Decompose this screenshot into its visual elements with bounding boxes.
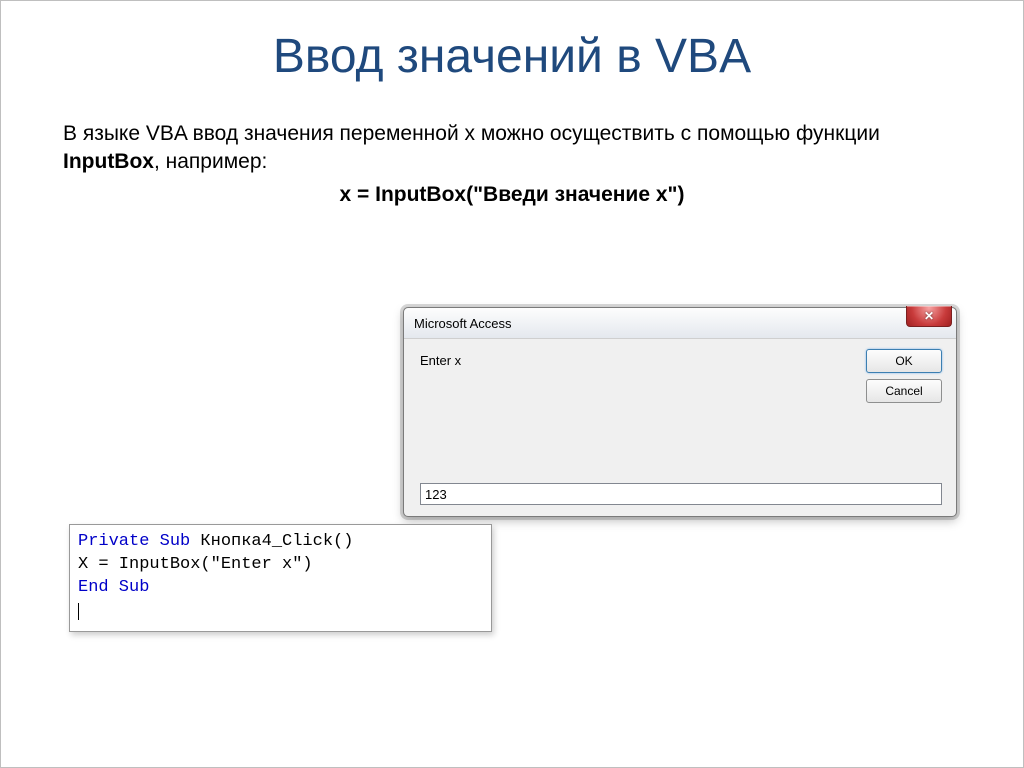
dialog-prompt: Enter x <box>420 353 942 368</box>
dialog-title: Microsoft Access <box>414 316 512 331</box>
code-cursor-line <box>78 600 483 623</box>
dialog-buttons: OK Cancel <box>866 349 942 403</box>
code-line-2: X = InputBox("Enter x") <box>78 554 483 577</box>
vba-code-pane[interactable]: Private Sub Кнопка4_Click() X = InputBox… <box>69 524 492 632</box>
body-line1b: InputBox <box>63 150 154 173</box>
code-kw-private-sub: Private Sub <box>78 532 190 551</box>
dialog-titlebar[interactable]: Microsoft Access ✕ <box>404 308 956 339</box>
body-line1a: В языке VBA ввод значения переменной x м… <box>63 122 880 145</box>
slide: Ввод значений в VBA В языке VBA ввод зна… <box>0 0 1024 768</box>
dialog-content: Enter x OK Cancel <box>404 339 956 517</box>
code-line-1: Private Sub Кнопка4_Click() <box>78 531 483 554</box>
code-line-3: End Sub <box>78 577 483 600</box>
dialog-input[interactable] <box>420 483 942 505</box>
text-cursor-icon <box>78 603 79 620</box>
slide-title: Ввод значений в VBA <box>1 29 1023 84</box>
body-line1c: , например: <box>154 150 267 173</box>
close-button[interactable]: ✕ <box>906 306 952 327</box>
cancel-button[interactable]: Cancel <box>866 379 942 403</box>
ok-button[interactable]: OK <box>866 349 942 373</box>
inputbox-dialog: Microsoft Access ✕ Enter x OK Cancel <box>403 307 957 517</box>
close-icon: ✕ <box>924 309 934 323</box>
dialog-input-wrap <box>420 483 942 505</box>
body-code: x = InputBox("Введи значение x") <box>1 183 1023 207</box>
body-paragraph: В языке VBA ввод значения переменной x м… <box>63 120 961 177</box>
code-sub-name: Кнопка4_Click() <box>190 532 353 551</box>
